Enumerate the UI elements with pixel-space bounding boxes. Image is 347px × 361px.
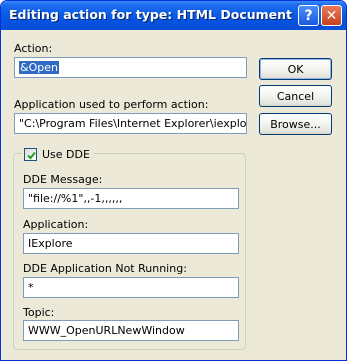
use-dde-label: Use DDE [42,147,90,161]
dde-application-input[interactable]: IExplore [23,233,239,254]
dde-message-value: "file://%1",,-1,,,,,, [28,192,123,205]
dialog-body: Action: &Open OK Cancel Application used… [4,30,343,359]
ok-button[interactable]: OK [259,58,332,80]
action-label: Action: [14,42,53,55]
dde-message-input[interactable]: "file://%1",,-1,,,,,, [23,188,239,209]
application-path-input[interactable]: "C:\Program Files\Internet Explorer\iexp… [14,113,247,134]
topic-input[interactable]: WWW_OpenURLNewWindow [23,320,239,341]
dde-message-label: DDE Message: [23,173,103,186]
cancel-button-label: Cancel [276,89,315,103]
ok-button-label: OK [287,62,304,76]
close-button[interactable]: ✕ [321,5,342,26]
title-bar[interactable]: Editing action for type: HTML Document ?… [1,1,346,30]
dde-not-running-label: DDE Application Not Running: [23,262,187,275]
check-icon [24,147,37,161]
dde-application-value: IExplore [28,237,73,250]
action-input[interactable]: &Open [14,57,247,78]
topic-value: WWW_OpenURLNewWindow [28,324,185,337]
browse-button[interactable]: Browse... [259,113,332,135]
application-path-value: "C:\Program Files\Internet Explorer\iexp… [19,117,247,130]
use-dde-checkbox[interactable]: Use DDE [22,147,94,161]
help-icon: ? [304,7,313,24]
application-path-label: Application used to perform action: [14,98,209,111]
dde-not-running-input[interactable]: * [23,277,239,298]
window-title: Editing action for type: HTML Document [9,7,293,22]
topic-label: Topic: [23,306,55,319]
dde-not-running-value: * [28,281,34,294]
help-button[interactable]: ? [298,5,319,26]
dialog-window: Editing action for type: HTML Document ?… [0,0,347,361]
action-value: &Open [19,61,59,74]
dde-application-label: Application: [23,218,89,231]
cancel-button[interactable]: Cancel [259,85,332,107]
close-icon: ✕ [325,7,338,24]
browse-button-label: Browse... [270,117,321,131]
